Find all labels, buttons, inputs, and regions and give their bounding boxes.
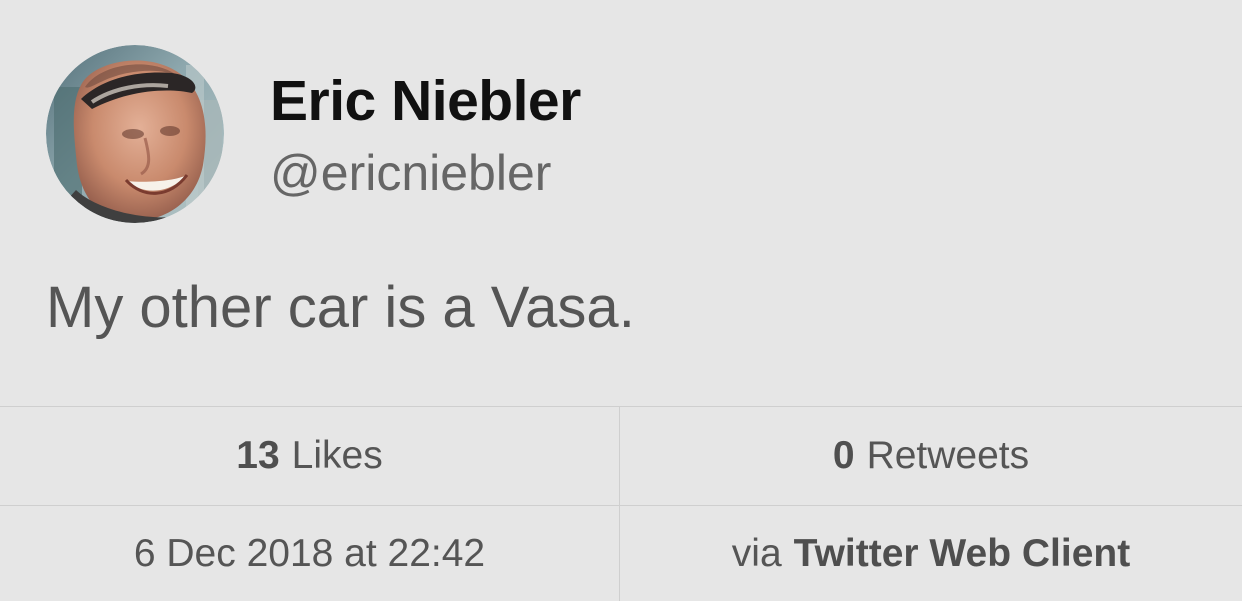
timestamp-link[interactable]: 6 Dec 2018 at 22:42	[0, 506, 620, 601]
display-name[interactable]: Eric Niebler	[270, 69, 581, 133]
retweets-count: 0	[832, 434, 855, 477]
tweet-text: My other car is a Vasa.	[46, 275, 635, 340]
client-name: Twitter Web Client	[793, 531, 1131, 575]
likes-label: Likes	[291, 434, 383, 477]
via-label: via	[731, 531, 782, 575]
likes-button[interactable]: 13 Likes	[0, 407, 620, 505]
likes-count: 13	[236, 434, 280, 477]
retweets-label: Retweets	[866, 434, 1030, 477]
tweet-timestamp: 6 Dec 2018 at 22:42	[133, 531, 486, 575]
client-source-link[interactable]: via Twitter Web Client	[620, 506, 1242, 601]
avatar-photo-icon	[46, 45, 224, 223]
tweet-card: Eric Niebler @ericniebler My other car i…	[0, 0, 1242, 601]
engagement-row: 13 Likes 0 Retweets	[0, 407, 1242, 505]
metadata-row: 6 Dec 2018 at 22:42 via Twitter Web Clie…	[0, 505, 1242, 601]
user-avatar[interactable]	[46, 45, 224, 223]
retweets-button[interactable]: 0 Retweets	[620, 407, 1242, 505]
tweet-stats-table: 13 Likes 0 Retweets 6 Dec 2018 at 22:42 …	[0, 406, 1242, 601]
username[interactable]: @ericniebler	[270, 144, 551, 202]
